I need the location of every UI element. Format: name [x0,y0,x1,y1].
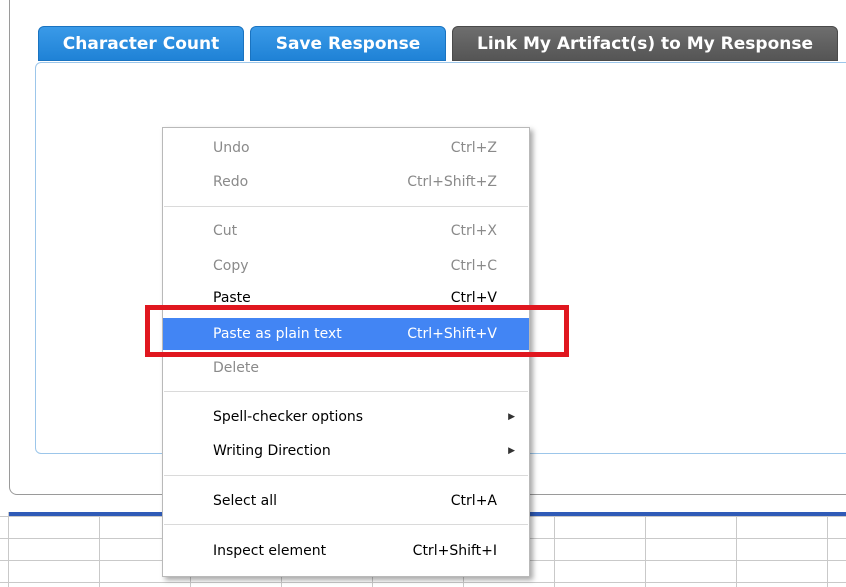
menu-item-label: Delete [213,360,259,376]
link-artifacts-button[interactable]: Link My Artifact(s) to My Response [452,26,838,61]
context-menu: Undo Ctrl+Z Redo Ctrl+Shift+Z Cut Ctrl+X… [162,127,530,577]
character-count-button[interactable]: Character Count [38,26,244,61]
page: Character Count Save Response Link My Ar… [0,0,846,587]
menu-item-paste-plain-text[interactable]: Paste as plain text Ctrl+Shift+V [163,318,529,350]
menu-separator [164,391,528,392]
menu-item-delete[interactable]: Delete [163,352,529,384]
menu-item-label: Writing Direction [213,443,331,459]
menu-item-label: Paste as plain text [213,326,342,342]
menu-item-label: Redo [213,174,249,190]
menu-item-shortcut: Ctrl+C [450,258,497,274]
menu-item-shortcut: Ctrl+Shift+Z [407,174,497,190]
menu-item-shortcut: Ctrl+Shift+V [407,326,497,342]
menu-item-inspect-element[interactable]: Inspect element Ctrl+Shift+I [163,535,529,567]
menu-item-shortcut: Ctrl+A [450,493,497,509]
menu-item-shortcut: Ctrl+X [450,223,497,239]
menu-item-shortcut: Ctrl+V [450,290,497,306]
chevron-right-icon: ▶ [508,412,515,422]
menu-separator [164,206,528,207]
menu-item-spell-checker-options[interactable]: Spell-checker options ▶ [163,401,529,433]
menu-item-copy[interactable]: Copy Ctrl+C [163,250,529,282]
menu-item-paste[interactable]: Paste Ctrl+V [163,282,529,314]
menu-item-label: Paste [213,290,251,306]
menu-separator [164,524,528,525]
menu-separator [164,475,528,476]
menu-item-label: Copy [213,258,249,274]
menu-item-label: Undo [213,140,250,156]
menu-item-select-all[interactable]: Select all Ctrl+A [163,485,529,517]
save-response-button[interactable]: Save Response [250,26,446,61]
menu-item-undo[interactable]: Undo Ctrl+Z [163,132,529,164]
menu-item-shortcut: Ctrl+Shift+I [412,543,497,559]
menu-item-label: Spell-checker options [213,409,364,425]
menu-item-shortcut: Ctrl+Z [450,140,497,156]
menu-item-label: Cut [213,223,238,239]
chevron-right-icon: ▶ [508,446,515,456]
menu-item-label: Inspect element [213,543,327,559]
menu-item-redo[interactable]: Redo Ctrl+Shift+Z [163,166,529,198]
menu-item-label: Select all [213,493,277,509]
menu-item-cut[interactable]: Cut Ctrl+X [163,215,529,247]
menu-item-writing-direction[interactable]: Writing Direction ▶ [163,435,529,467]
